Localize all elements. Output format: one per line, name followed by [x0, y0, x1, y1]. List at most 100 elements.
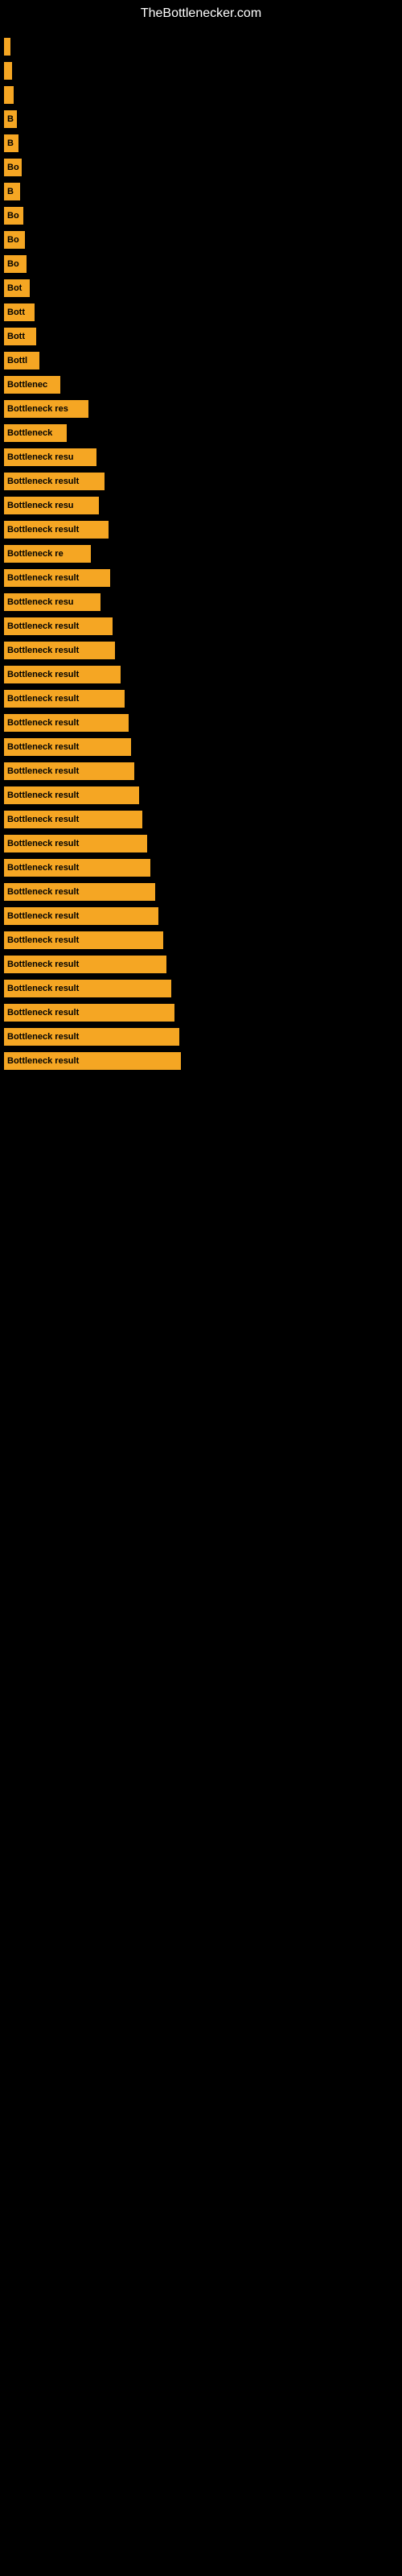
bar-row: Bottleneck resu: [4, 446, 402, 469]
bar-label: Bo: [7, 163, 19, 172]
bar-label: Bottleneck re: [7, 549, 64, 559]
bar-label: Bo: [7, 235, 19, 245]
bar-row: Bottleneck result: [4, 518, 402, 541]
bar-item: Bo: [4, 231, 25, 249]
bar-label: Bottleneck result: [7, 646, 79, 655]
bar-label: Bottleneck result: [7, 1008, 79, 1018]
bar-item: Bo: [4, 159, 22, 176]
bar-row: Bot: [4, 277, 402, 299]
bar-label: B: [7, 187, 14, 196]
bar-row: [4, 35, 402, 58]
bar-row: Bottleneck resu: [4, 591, 402, 613]
bar-row: Bottleneck result: [4, 470, 402, 493]
bar-row: Bottleneck res: [4, 398, 402, 420]
bar-item: Bottleneck result: [4, 762, 134, 780]
bar-item: Bottleneck result: [4, 642, 115, 659]
bar-label: Bottleneck res: [7, 404, 68, 414]
bar-label: Bo: [7, 211, 19, 221]
bar-item: [4, 38, 10, 56]
bar-item: Bottleneck result: [4, 617, 113, 635]
bar-item: Bottleneck result: [4, 521, 109, 539]
bar-item: Bottleneck result: [4, 714, 129, 732]
bar-row: Bottleneck result: [4, 953, 402, 976]
site-title: TheBottlenecker.com: [0, 0, 402, 27]
bar-row: Bottleneck result: [4, 832, 402, 855]
bar-row: Bottleneck result: [4, 663, 402, 686]
bar-row: [4, 60, 402, 82]
bar-item: Bottleneck result: [4, 835, 147, 852]
bar-label: Bottleneck result: [7, 815, 79, 824]
bar-row: Bottleneck result: [4, 615, 402, 638]
bar-row: Bo: [4, 253, 402, 275]
bar-row: Bottleneck result: [4, 857, 402, 879]
bar-item: Bottleneck result: [4, 738, 131, 756]
bar-label: Bott: [7, 308, 25, 317]
bar-item: B: [4, 110, 17, 128]
site-title-container: TheBottlenecker.com: [0, 0, 402, 27]
bar-row: Bottleneck resu: [4, 494, 402, 517]
bar-label: Bottleneck result: [7, 1056, 79, 1066]
bar-item: Bottleneck resu: [4, 448, 96, 466]
bar-label: Bottleneck result: [7, 766, 79, 776]
bar-label: Bottleneck result: [7, 791, 79, 800]
bar-label: Bottleneck result: [7, 839, 79, 848]
bar-row: Bottleneck result: [4, 687, 402, 710]
bar-item: Bottleneck result: [4, 473, 105, 490]
bar-row: Bottleneck result: [4, 712, 402, 734]
bar-label: Bottleneck result: [7, 621, 79, 631]
bar-label: Bottleneck result: [7, 718, 79, 728]
bar-item: Bottleneck result: [4, 1052, 181, 1070]
bar-item: Bottleneck result: [4, 569, 110, 587]
bar-item: Bottleneck resu: [4, 497, 99, 514]
bar-row: Bottleneck result: [4, 784, 402, 807]
bar-item: Bottleneck res: [4, 400, 88, 418]
bar-row: Bo: [4, 156, 402, 179]
bar-item: Bottleneck result: [4, 690, 125, 708]
bar-item: Bot: [4, 279, 30, 297]
bar-label: Bottleneck result: [7, 573, 79, 583]
bar-item: Bottlenec: [4, 376, 60, 394]
bar-item: [4, 62, 12, 80]
bar-label: Bot: [7, 283, 22, 293]
bar-item: Bott: [4, 328, 36, 345]
bar-row: Bottleneck result: [4, 977, 402, 1000]
bar-row: Bottleneck result: [4, 881, 402, 903]
bar-label: Bottleneck result: [7, 742, 79, 752]
bar-row: B: [4, 132, 402, 155]
bar-item: Bottleneck result: [4, 859, 150, 877]
bar-label: Bottleneck result: [7, 1032, 79, 1042]
bar-row: Bottleneck: [4, 422, 402, 444]
bar-label: Bottleneck result: [7, 863, 79, 873]
bar-label: Bottleneck resu: [7, 452, 74, 462]
bar-item: Bottleneck result: [4, 1028, 179, 1046]
bar-label: Bottl: [7, 356, 27, 365]
bar-label: Bottleneck result: [7, 477, 79, 486]
bar-row: Bottleneck result: [4, 929, 402, 952]
bar-row: Bottleneck result: [4, 1050, 402, 1072]
bar-item: Bottleneck result: [4, 883, 155, 901]
bar-row: Bottleneck result: [4, 639, 402, 662]
bar-item: Bo: [4, 207, 23, 225]
bar-row: Bottleneck result: [4, 905, 402, 927]
bar-row: Bottleneck re: [4, 543, 402, 565]
bar-label: Bottleneck result: [7, 911, 79, 921]
bar-label: Bottleneck result: [7, 935, 79, 945]
bar-row: B: [4, 108, 402, 130]
bar-row: Bottleneck result: [4, 567, 402, 589]
bar-item: Bottleneck result: [4, 907, 158, 925]
bar-row: Bo: [4, 204, 402, 227]
bar-item: Bottleneck result: [4, 980, 171, 997]
bar-item: Bottleneck resu: [4, 593, 100, 611]
bar-label: Bottleneck resu: [7, 501, 74, 510]
bar-item: Bottleneck: [4, 424, 67, 442]
bar-label: B: [7, 114, 14, 124]
bar-row: Bott: [4, 301, 402, 324]
bar-item: B: [4, 183, 20, 200]
bar-item: Bott: [4, 303, 35, 321]
bar-item: Bottleneck re: [4, 545, 91, 563]
bar-label: B: [7, 138, 14, 148]
bar-item: Bottleneck result: [4, 786, 139, 804]
bar-row: Bottleneck result: [4, 1026, 402, 1048]
bar-label: Bottleneck result: [7, 525, 79, 535]
bar-item: Bottleneck result: [4, 811, 142, 828]
